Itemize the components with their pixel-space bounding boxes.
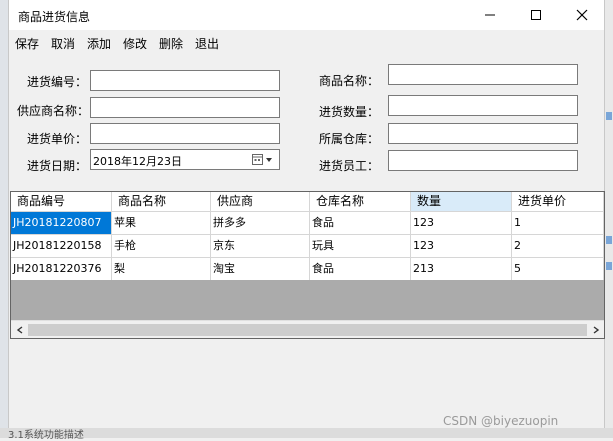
close-button[interactable] xyxy=(559,0,605,30)
purchase-date-picker[interactable]: 2018年12月23日 xyxy=(90,149,280,170)
calendar-icon[interactable] xyxy=(252,153,278,166)
date-value: 2018年12月23日 xyxy=(93,155,182,168)
table-row[interactable]: JH20181220158 手枪 京东 玩具 123 2 xyxy=(11,234,604,257)
scroll-right-icon xyxy=(593,326,599,334)
background-marker xyxy=(606,112,612,120)
menu-edit[interactable]: 修改 xyxy=(123,35,147,52)
column-header-quantity[interactable]: 数量 xyxy=(411,192,512,211)
title-bar: 商品进货信息 xyxy=(9,0,604,30)
background-window-edge xyxy=(0,0,8,438)
table-cell[interactable]: JH20181220158 xyxy=(11,235,112,257)
warehouse-label: 所属仓库： xyxy=(319,132,380,146)
staff-input[interactable] xyxy=(388,150,578,171)
product-name-input[interactable] xyxy=(388,64,578,85)
background-marker xyxy=(606,262,612,270)
maximize-icon xyxy=(531,10,541,20)
table-row[interactable]: JH20181220376 梨 淘宝 食品 213 5 xyxy=(11,257,604,280)
quantity-label: 进货数量： xyxy=(319,105,380,119)
table-cell[interactable]: 123 xyxy=(411,212,512,234)
background-document-text: 3.1系统功能描述 xyxy=(8,430,84,441)
table-cell[interactable]: 苹果 xyxy=(112,212,211,234)
background-marker xyxy=(606,236,612,244)
menu-delete[interactable]: 删除 xyxy=(159,35,183,52)
column-header-warehouse[interactable]: 仓库名称 xyxy=(310,192,411,211)
table-cell[interactable]: JH20181220807 xyxy=(11,212,112,234)
scroll-left-icon xyxy=(16,326,22,334)
supplier-input[interactable] xyxy=(90,97,280,118)
unit-price-label: 进货单价： xyxy=(27,132,88,146)
background-document: 3.1系统功能描述 xyxy=(0,428,613,441)
scrollbar-thumb[interactable] xyxy=(28,324,587,336)
close-icon xyxy=(576,9,588,21)
table-cell[interactable]: 京东 xyxy=(211,235,310,257)
maximize-button[interactable] xyxy=(513,0,559,30)
minimize-icon xyxy=(485,14,495,16)
scroll-right-button[interactable] xyxy=(587,321,604,338)
quantity-input[interactable] xyxy=(388,95,578,116)
table-cell[interactable]: 2 xyxy=(512,235,604,257)
table-cell[interactable]: 玩具 xyxy=(310,235,411,257)
menu-add[interactable]: 添加 xyxy=(87,35,111,52)
table-cell[interactable]: 213 xyxy=(411,258,512,280)
scroll-left-button[interactable] xyxy=(11,321,28,338)
purchase-data-grid[interactable]: 商品编号 商品名称 供应商 仓库名称 数量 进货单价 JH20181220807… xyxy=(10,191,605,339)
table-cell[interactable]: JH20181220376 xyxy=(11,258,112,280)
menu-cancel[interactable]: 取消 xyxy=(51,35,75,52)
purchase-no-label: 进货编号： xyxy=(27,75,88,89)
horizontal-scrollbar[interactable] xyxy=(11,320,604,338)
column-header-unit-price[interactable]: 进货单价 xyxy=(512,192,604,211)
product-name-label: 商品名称： xyxy=(319,74,380,88)
table-cell[interactable]: 淘宝 xyxy=(211,258,310,280)
table-cell[interactable]: 食品 xyxy=(310,258,411,280)
table-cell[interactable]: 手枪 xyxy=(112,235,211,257)
table-cell[interactable]: 拼多多 xyxy=(211,212,310,234)
table-cell[interactable]: 梨 xyxy=(112,258,211,280)
table-cell[interactable]: 123 xyxy=(411,235,512,257)
menu-save[interactable]: 保存 xyxy=(15,35,39,52)
purchase-info-window: 商品进货信息 保存 取消 添加 修改 删除 退出 进货编号： 商品名称： 供应商… xyxy=(8,0,605,428)
unit-price-input[interactable] xyxy=(90,123,280,144)
column-header-product-id[interactable]: 商品编号 xyxy=(11,192,112,211)
menu-bar: 保存 取消 添加 修改 删除 退出 xyxy=(9,30,604,54)
purchase-no-input[interactable] xyxy=(90,70,280,91)
supplier-label: 供应商名称： xyxy=(17,104,90,118)
menu-exit[interactable]: 退出 xyxy=(195,35,219,52)
table-cell[interactable]: 5 xyxy=(512,258,604,280)
warehouse-input[interactable] xyxy=(388,123,578,144)
grid-header: 商品编号 商品名称 供应商 仓库名称 数量 进货单价 xyxy=(11,192,604,211)
csdn-watermark: CSDN @biyezuopin xyxy=(443,414,559,428)
date-label: 进货日期： xyxy=(27,159,88,173)
window-title: 商品进货信息 xyxy=(18,10,91,24)
table-row[interactable]: JH20181220807 苹果 拼多多 食品 123 1 xyxy=(11,211,604,234)
table-cell[interactable]: 食品 xyxy=(310,212,411,234)
background-window-edge-right xyxy=(605,0,613,438)
staff-label: 进货员工： xyxy=(319,159,380,173)
column-header-product-name[interactable]: 商品名称 xyxy=(112,192,211,211)
minimize-button[interactable] xyxy=(467,0,513,30)
table-cell[interactable]: 1 xyxy=(512,212,604,234)
column-header-supplier[interactable]: 供应商 xyxy=(211,192,310,211)
dropdown-arrow-icon xyxy=(266,158,272,162)
